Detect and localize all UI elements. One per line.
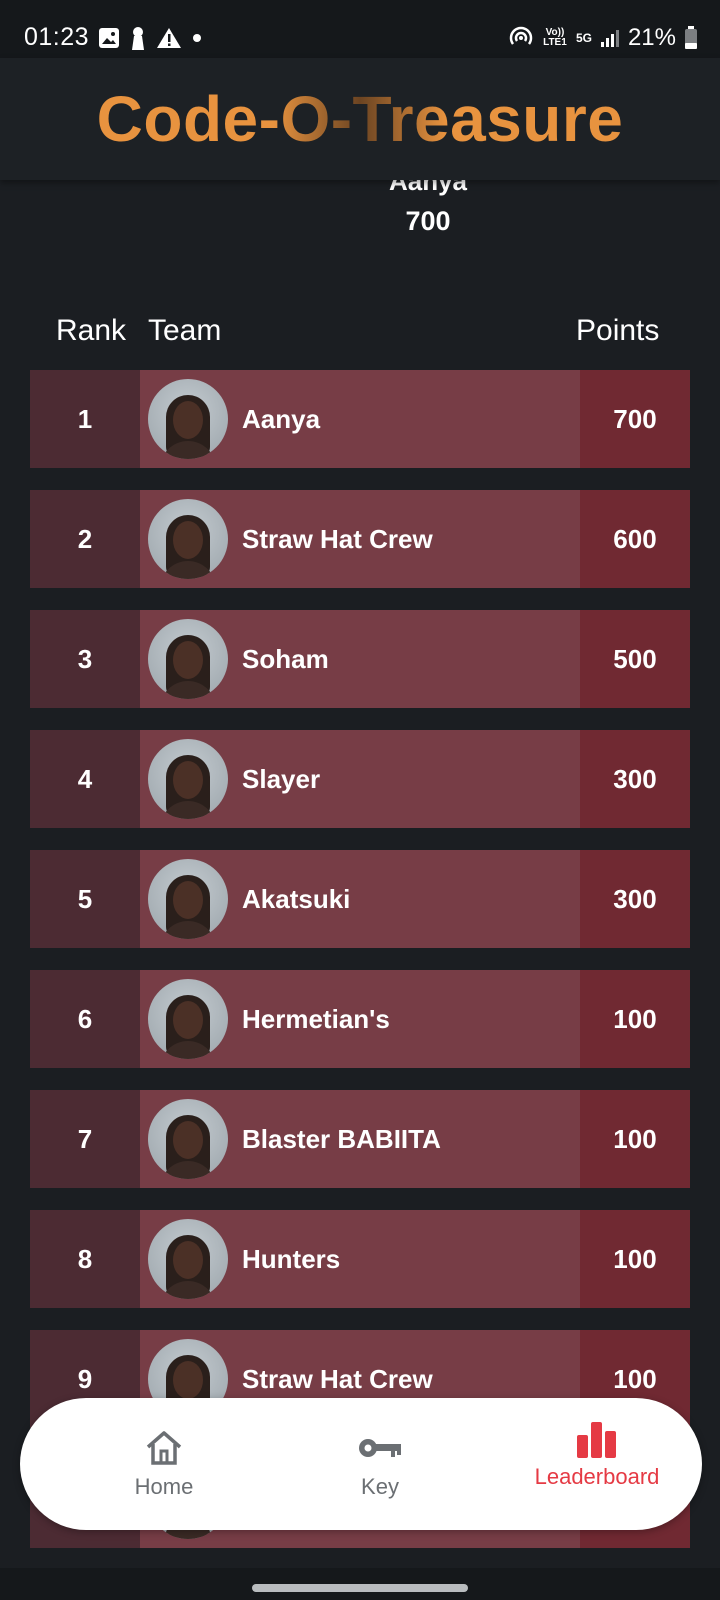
avatar	[148, 859, 228, 939]
avatar	[148, 979, 228, 1059]
nav-home-label: Home	[134, 1474, 194, 1499]
avatar	[148, 499, 228, 579]
points-cell: 100	[580, 970, 690, 1068]
leaderboard-row: 5 Akatsuki 300	[30, 850, 690, 948]
team-cell: Straw Hat Crew	[140, 490, 580, 588]
team-cell: Slayer	[140, 730, 580, 828]
points-cell: 600	[580, 490, 690, 588]
leaderboard-row: 1 Aanya 700	[30, 370, 690, 468]
column-header-rank: Rank	[56, 314, 127, 347]
nav-leaderboard-label: Leaderboard	[534, 1464, 660, 1489]
app-title: Code-O-Treasure	[0, 82, 720, 156]
warning-icon	[157, 28, 181, 48]
keyhole-icon	[132, 27, 144, 50]
rank-cell: 2	[30, 490, 140, 588]
avatar	[148, 619, 228, 699]
avatar	[148, 1219, 228, 1299]
team-name: Soham	[242, 643, 329, 674]
team-name: Hermetian's	[242, 1003, 390, 1034]
points-cell: 700	[580, 370, 690, 468]
rank-cell: 1	[30, 370, 140, 468]
points-cell: 300	[580, 850, 690, 948]
team-cell: Soham	[140, 610, 580, 708]
leaderboard-row: 4 Slayer 300	[30, 730, 690, 828]
team-name: Slayer	[242, 763, 321, 794]
leaderboard-row: 7 Blaster BABIITA 100	[30, 1090, 690, 1188]
leaderboard-icon	[576, 1420, 618, 1460]
avatar	[148, 379, 228, 459]
network-5g-indicator: 5G	[575, 31, 592, 45]
team-cell: Hunters	[140, 1210, 580, 1308]
points-cell: 100	[580, 1210, 690, 1308]
gallery-icon	[99, 28, 119, 48]
points-cell: 500	[580, 610, 690, 708]
home-icon	[144, 1428, 184, 1468]
nav-leaderboard[interactable]: Leaderboard	[507, 1398, 687, 1530]
rank-cell: 5	[30, 850, 140, 948]
podium-first-name: Aanya	[388, 178, 468, 196]
team-cell: Hermetian's	[140, 970, 580, 1068]
leaderboard-row: 2 Straw Hat Crew 600	[30, 490, 690, 588]
team-name: Straw Hat Crew	[242, 523, 433, 554]
battery-icon	[685, 26, 697, 49]
rank-cell: 6	[30, 970, 140, 1068]
team-name: Akatsuki	[242, 883, 351, 914]
key-icon	[357, 1428, 403, 1468]
status-bar: 01:23 Vo)) LTE1 5G 21%	[0, 0, 720, 58]
volte-indicator: Vo)) LTE1	[543, 27, 567, 48]
leaderboard-row: 6 Hermetian's 100	[30, 970, 690, 1068]
column-header-points: Points	[576, 314, 660, 347]
nav-key[interactable]: Key	[290, 1398, 470, 1530]
avatar	[148, 1099, 228, 1179]
team-name: Aanya	[242, 403, 321, 434]
team-name: Straw Hat Crew	[242, 1363, 433, 1394]
leaderboard-row: 3 Soham 500	[30, 610, 690, 708]
bottom-navigation: Home Key Leaderboard	[20, 1398, 702, 1530]
status-system-icons: Vo)) LTE1 5G 21%	[508, 24, 698, 52]
points-cell: 300	[580, 730, 690, 828]
rank-cell: 4	[30, 730, 140, 828]
status-time: 01:23	[24, 23, 90, 51]
team-cell: Blaster BABIITA	[140, 1090, 580, 1188]
avatar	[148, 739, 228, 819]
rank-cell: 3	[30, 610, 140, 708]
nav-home[interactable]: Home	[74, 1398, 254, 1530]
column-header-team: Team	[148, 314, 222, 347]
nav-key-label: Key	[361, 1474, 399, 1499]
podium-first-points: 700	[405, 206, 451, 236]
team-cell: Akatsuki	[140, 850, 580, 948]
team-name: Hunters	[242, 1243, 341, 1274]
hotspot-icon	[509, 26, 533, 45]
rank-cell: 7	[30, 1090, 140, 1188]
team-name: Blaster BABIITA	[242, 1123, 441, 1154]
team-cell: Aanya	[140, 370, 580, 468]
signal-icon	[600, 30, 619, 47]
status-notification-icons	[98, 26, 202, 50]
leaderboard-row: 8 Hunters 100	[30, 1210, 690, 1308]
battery-percent: 21%	[627, 24, 676, 51]
points-cell: 100	[580, 1090, 690, 1188]
system-navigation-bar	[0, 1568, 720, 1600]
dot-icon	[193, 34, 201, 42]
rank-cell: 8	[30, 1210, 140, 1308]
home-gesture-pill[interactable]	[252, 1584, 468, 1592]
app-header: Code-O-Treasure	[0, 58, 720, 180]
